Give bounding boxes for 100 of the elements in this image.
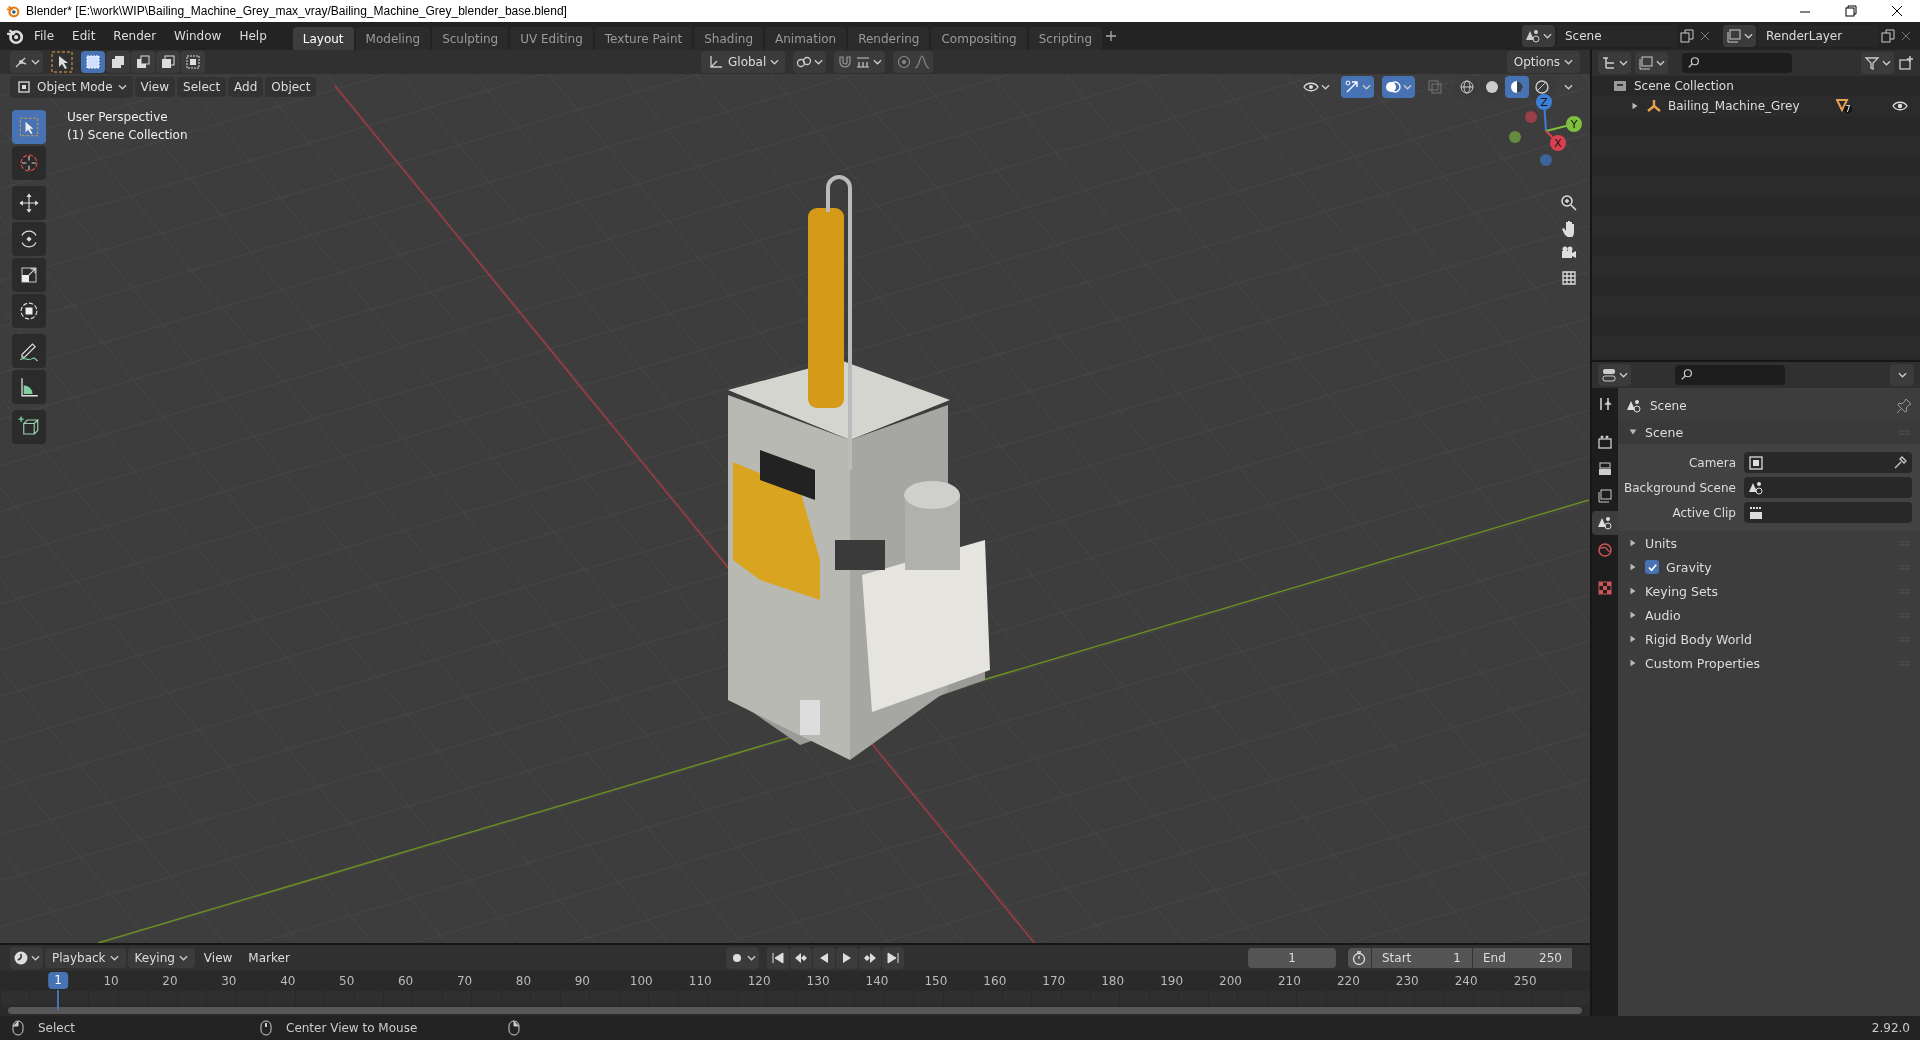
tool-button[interactable] [12,186,46,220]
editor-type-menu[interactable] [10,51,43,73]
orientation-dropdown[interactable]: Global [701,51,785,73]
new-collection-icon[interactable] [1898,55,1914,71]
workspace-tab[interactable]: Scripting [1028,26,1103,50]
collection-icon [1612,78,1628,94]
menu-item[interactable]: File [26,26,63,46]
overlays-toggle[interactable] [1382,76,1415,98]
editor-type-menu[interactable] [10,947,43,969]
timeline-scrollbar[interactable] [8,1007,1582,1014]
workspace-tab[interactable]: Modeling [355,26,431,50]
menu-item[interactable]: Select [177,77,227,97]
tool-button[interactable] [12,222,46,256]
record-button[interactable] [726,947,759,969]
data-block-menu[interactable] [1723,25,1756,47]
frame-number: 180 [1101,974,1125,988]
xray-icon [1427,79,1443,95]
snap-controls[interactable] [834,51,885,73]
frame-number: 250 [1513,974,1537,988]
proportional-edit-controls[interactable] [893,51,933,73]
zoom-icon[interactable] [1560,194,1578,212]
copy-icon[interactable] [1679,28,1695,44]
checkbox[interactable] [1645,560,1659,574]
select-tool-icon[interactable] [51,51,73,73]
menu-item[interactable]: Keying [127,948,195,968]
workspace-tab[interactable]: Sculpting [432,26,509,50]
tool-button[interactable] [12,334,46,368]
grid-icon[interactable] [1560,269,1578,287]
options-dropdown[interactable]: Options [1506,51,1580,73]
scene-field[interactable] [1744,477,1912,498]
clip-field[interactable] [1744,502,1912,523]
add-workspace-icon[interactable] [1104,29,1119,43]
filter-icon [1864,55,1880,71]
menu-item[interactable]: Window [166,26,230,46]
playback-button[interactable] [790,947,812,969]
disclosure-triangle-icon[interactable] [1630,100,1640,112]
menu-item[interactable]: Help [231,26,275,46]
menu-item[interactable]: View [196,948,240,968]
tool-button[interactable] [12,294,46,328]
outliner-item[interactable]: Bailing_Machine_Grey [1668,99,1800,113]
selection-mode-icon [110,54,126,70]
shading-mode-button[interactable] [1505,76,1529,98]
options-dropdown[interactable] [1890,364,1914,386]
field-label: Background Scene [1623,480,1736,495]
filter-menu[interactable] [1861,52,1894,74]
playback-button[interactable] [836,947,858,969]
data-block-menu[interactable] [1522,25,1555,47]
selection-mode-button[interactable] [81,51,105,73]
scene-field[interactable]: Scene [1557,25,1677,47]
playback-button[interactable] [859,947,881,969]
tool-button[interactable] [12,370,46,404]
blender-logo-icon[interactable] [6,27,24,45]
playback-button[interactable] [813,947,835,969]
caret-icon [117,83,127,91]
editor-type-menu[interactable] [1598,364,1631,386]
selection-mode-button[interactable] [106,51,130,73]
menu-item[interactable]: Add [228,77,264,97]
menu-item[interactable]: Object [265,77,317,97]
mode-dropdown[interactable]: Object Mode [10,76,133,98]
restore-icon[interactable] [1844,4,1858,18]
tool-button[interactable] [12,410,46,444]
menu-item[interactable]: Playback [45,948,126,968]
selection-mode-button[interactable] [181,51,205,73]
search-field[interactable] [1675,365,1785,385]
selection-mode-button[interactable] [156,51,180,73]
editor-type-menu[interactable] [1598,52,1631,74]
pivot-dropdown[interactable] [793,51,826,73]
caret-icon [109,954,119,962]
menu-item[interactable]: View [134,77,176,97]
pin-icon[interactable] [1896,398,1912,414]
current-frame-field[interactable]: 1 [1248,948,1336,968]
menu-item[interactable]: Edit [64,26,104,46]
workspace-tab[interactable]: UV Editing [510,26,593,50]
display-mode-menu[interactable] [1635,52,1668,74]
camera-field[interactable] [1744,452,1912,473]
frame-number: 30 [221,974,237,988]
view-layer-field[interactable]: RenderLayer [1758,25,1878,47]
navigation-gizmo[interactable]: Z Y X [1480,88,1590,174]
menu-item[interactable]: Marker [241,948,297,968]
tool-button[interactable] [12,258,46,292]
end-frame-field[interactable]: End 250 [1472,948,1572,968]
outliner-item[interactable]: Scene Collection [1634,79,1734,93]
gizmos-toggle[interactable] [1341,76,1374,98]
workspace-tab[interactable]: Layout [292,26,354,50]
playback-button[interactable] [767,947,789,969]
mouse-middle-button-icon [258,1020,274,1036]
playhead[interactable]: 1 [48,972,68,989]
close-icon[interactable] [1890,4,1904,18]
menu-item[interactable]: Render [105,26,165,46]
workspace-tab[interactable]: Shading [694,26,763,50]
properties-tab[interactable] [1592,511,1618,535]
workspace-tab[interactable]: Texture Paint [594,26,693,50]
workspace-tab[interactable]: Compositing [931,26,1027,50]
selection-mode-button[interactable] [131,51,155,73]
caret-icon [1744,32,1753,40]
workspace-tab[interactable]: Rendering [848,26,930,50]
search-field[interactable] [1682,53,1792,73]
workspace-tab[interactable]: Animation [765,26,847,50]
playback-button[interactable] [882,947,904,969]
copy-icon[interactable] [1880,28,1896,44]
